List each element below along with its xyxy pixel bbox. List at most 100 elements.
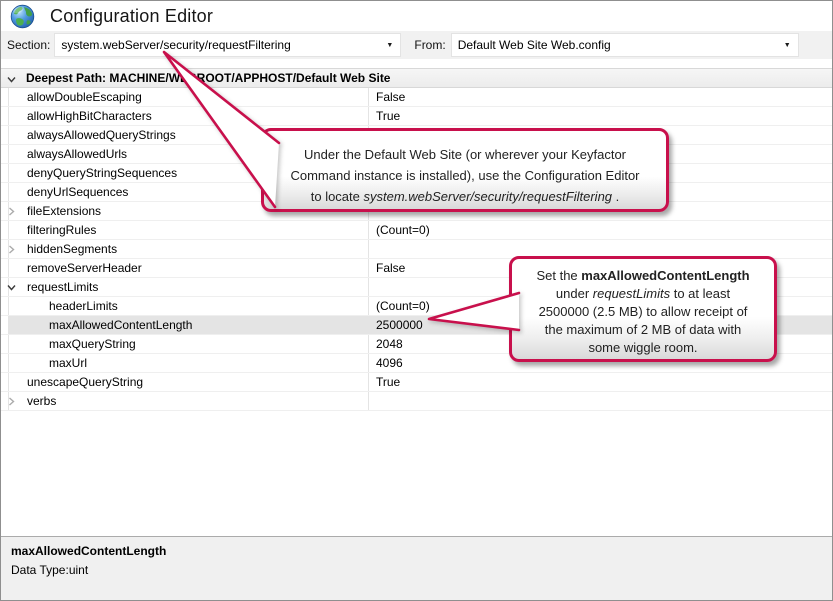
row-gutter (1, 259, 9, 277)
annotation-text-line: Under the Default Web Site (or wherever … (264, 144, 666, 165)
annotation-text-segment: to locate (311, 189, 364, 204)
grid-row[interactable]: filteringRules (Count=0) (1, 221, 832, 240)
property-name: denyQueryStringSequences (27, 166, 177, 180)
annotation-text-segment: under (556, 286, 593, 301)
property-name-cell[interactable]: allowDoubleEscaping (9, 88, 369, 106)
selected-property-name: maxAllowedContentLength (11, 544, 822, 558)
property-name-cell[interactable]: maxUrl (9, 354, 369, 372)
property-name: maxUrl (49, 356, 87, 370)
section-label: Section: (7, 38, 50, 52)
chevron-right-icon[interactable] (7, 397, 16, 406)
annotation-text-segment: some wiggle room. (588, 340, 697, 355)
property-name: hiddenSegments (27, 242, 117, 256)
property-name-cell[interactable]: requestLimits (9, 278, 369, 296)
annotation-text-line: the maximum of 2 MB of data with (512, 321, 774, 339)
property-name: allowHighBitCharacters (27, 109, 152, 123)
property-name: removeServerHeader (27, 261, 142, 275)
row-gutter (1, 183, 9, 201)
property-value-cell[interactable] (369, 392, 832, 410)
row-gutter (1, 335, 9, 353)
annotation-text-line: to locate system.webServer/security/requ… (264, 186, 666, 207)
page-title: Configuration Editor (50, 6, 213, 27)
annotation-text-segment: . (612, 189, 619, 204)
property-name: alwaysAllowedQueryStrings (27, 128, 176, 142)
property-name-cell[interactable]: filteringRules (9, 221, 369, 239)
property-value-cell[interactable]: (Count=0) (369, 221, 832, 239)
from-label: From: (414, 38, 445, 52)
grid-row[interactable]: verbs (1, 392, 832, 411)
property-name-cell[interactable]: removeServerHeader (9, 259, 369, 277)
property-name: requestLimits (27, 280, 98, 294)
row-gutter (1, 373, 9, 391)
row-gutter (1, 107, 9, 125)
property-name-cell[interactable]: maxAllowedContentLength (9, 316, 369, 334)
property-value: True (376, 109, 400, 123)
property-name-cell[interactable]: hiddenSegments (9, 240, 369, 258)
annotation-text-segment: to at least (670, 286, 730, 301)
annotation-text-segment: requestLimits (593, 286, 670, 301)
property-value-cell[interactable]: False (369, 88, 832, 106)
property-name-cell[interactable]: headerLimits (9, 297, 369, 315)
property-name: allowDoubleEscaping (27, 90, 142, 104)
grid-row[interactable]: unescapeQueryString True (1, 373, 832, 392)
property-value: False (376, 261, 405, 275)
row-gutter (1, 164, 9, 182)
property-name-cell[interactable]: maxQueryString (9, 335, 369, 353)
annotation-text-line: some wiggle room. (512, 339, 774, 357)
selected-property-data-type: Data Type:uint (11, 563, 822, 577)
annotation-text-segment: system.webServer/security/requestFilteri… (364, 189, 613, 204)
chevron-down-icon[interactable] (7, 283, 16, 292)
row-gutter (1, 145, 9, 163)
row-gutter (1, 316, 9, 334)
annotation-text-segment: Set the (536, 268, 581, 283)
chevron-right-icon[interactable] (7, 245, 16, 254)
chevron-down-icon[interactable] (7, 75, 16, 84)
from-dropdown-value: Default Web Site Web.config (458, 38, 611, 52)
annotation-text-line: 2500000 (2.5 MB) to allow receipt of (512, 303, 774, 321)
property-value: True (376, 375, 400, 389)
annotation-text-segment: the maximum of 2 MB of data with (545, 322, 742, 337)
property-name-cell[interactable]: unescapeQueryString (9, 373, 369, 391)
annotation-text-segment: maxAllowedContentLength (581, 268, 749, 283)
globe-icon (10, 4, 35, 29)
property-name: filteringRules (27, 223, 96, 237)
property-value: (Count=0) (376, 223, 430, 237)
section-dropdown[interactable]: system.webServer/security/requestFilteri… (54, 33, 401, 57)
row-gutter (1, 88, 9, 106)
property-name-cell[interactable]: allowHighBitCharacters (9, 107, 369, 125)
titlebar: Configuration Editor (1, 1, 832, 31)
chevron-right-icon[interactable] (7, 207, 16, 216)
property-value-cell[interactable]: True (369, 373, 832, 391)
property-name: unescapeQueryString (27, 375, 143, 389)
property-name: alwaysAllowedUrls (27, 147, 127, 161)
dropdown-arrow-icon[interactable]: ▼ (784, 42, 791, 49)
from-dropdown[interactable]: Default Web Site Web.config ▼ (451, 33, 799, 57)
section-dropdown-value: system.webServer/security/requestFilteri… (61, 38, 290, 52)
property-name: denyUrlSequences (27, 185, 128, 199)
property-value: 2500000 (376, 318, 423, 332)
grid-group-header[interactable]: Deepest Path: MACHINE/WEBROOT/APPHOST/De… (1, 68, 832, 88)
annotation-text-segment: Under the Default Web Site (or wherever … (304, 147, 626, 162)
property-name: maxAllowedContentLength (49, 318, 192, 332)
row-gutter (1, 221, 9, 239)
configuration-editor-window: Configuration Editor Section: system.web… (0, 0, 833, 601)
grid-group-header-label: Deepest Path: MACHINE/WEBROOT/APPHOST/De… (26, 71, 390, 85)
row-gutter (1, 126, 9, 144)
property-value: 4096 (376, 356, 403, 370)
annotation-text-line: Command instance is installed), use the … (264, 165, 666, 186)
status-panel: maxAllowedContentLength Data Type:uint (1, 536, 832, 600)
property-name: maxQueryString (49, 337, 136, 351)
grid-row[interactable]: allowHighBitCharacters True (1, 107, 832, 126)
grid-row[interactable]: allowDoubleEscaping False (1, 88, 832, 107)
dropdown-arrow-icon[interactable]: ▼ (386, 42, 393, 49)
annotation-callout-section: Under the Default Web Site (or wherever … (261, 128, 669, 212)
property-value: (Count=0) (376, 299, 430, 313)
property-name: verbs (27, 394, 56, 408)
property-name: headerLimits (49, 299, 118, 313)
property-value: 2048 (376, 337, 403, 351)
property-value-cell[interactable]: True (369, 107, 832, 125)
annotation-text-segment: 2500000 (2.5 MB) to allow receipt of (539, 304, 748, 319)
annotation-text-segment: Command instance is installed), use the … (290, 168, 639, 183)
property-name-cell[interactable]: verbs (9, 392, 369, 410)
property-name: fileExtensions (27, 204, 101, 218)
